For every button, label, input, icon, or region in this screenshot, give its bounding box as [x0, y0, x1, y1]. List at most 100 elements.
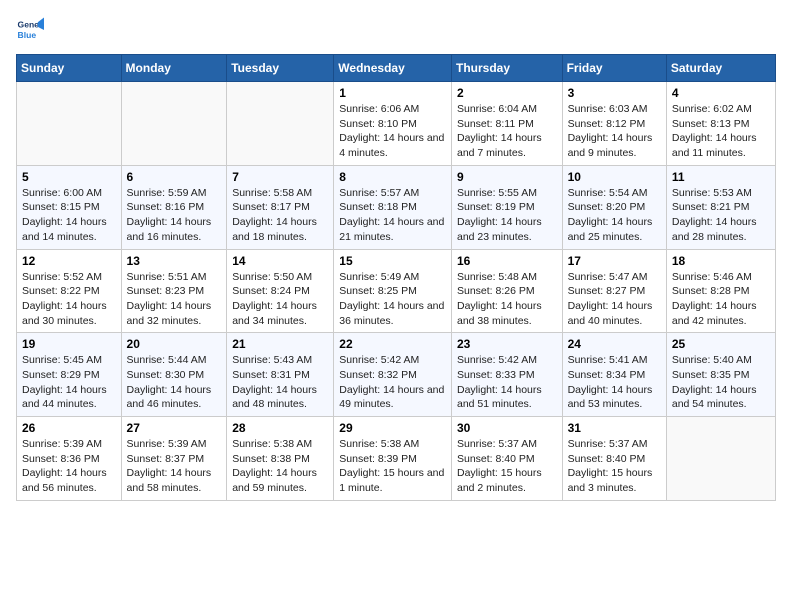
calendar-cell: 5 Sunrise: 6:00 AMSunset: 8:15 PMDaylight…: [17, 165, 122, 249]
calendar-cell: 12 Sunrise: 5:52 AMSunset: 8:22 PMDayligh…: [17, 249, 122, 333]
calendar-cell: 23 Sunrise: 5:42 AMSunset: 8:33 PMDayligh…: [451, 333, 562, 417]
day-header-sunday: Sunday: [17, 55, 122, 82]
calendar-cell: [17, 82, 122, 166]
day-number: 22: [339, 337, 446, 351]
calendar-cell: [666, 417, 775, 501]
day-detail: Sunrise: 5:42 AMSunset: 8:32 PMDaylight:…: [339, 353, 446, 412]
calendar-cell: 10 Sunrise: 5:54 AMSunset: 8:20 PMDayligh…: [562, 165, 666, 249]
day-number: 1: [339, 86, 446, 100]
day-detail: Sunrise: 5:54 AMSunset: 8:20 PMDaylight:…: [568, 186, 661, 245]
day-header-saturday: Saturday: [666, 55, 775, 82]
calendar-cell: 24Sunrise: 5:41 AMSunset: 8:34 PMDayligh…: [562, 333, 666, 417]
calendar-week-3: 12 Sunrise: 5:52 AMSunset: 8:22 PMDayligh…: [17, 249, 776, 333]
day-number: 29: [339, 421, 446, 435]
day-detail: Sunrise: 5:37 AMSunset: 8:40 PMDaylight:…: [568, 437, 661, 496]
day-number: 23: [457, 337, 557, 351]
calendar-cell: 1 Sunrise: 6:06 AMSunset: 8:10 PMDaylight…: [334, 82, 452, 166]
day-detail: Sunrise: 6:04 AMSunset: 8:11 PMDaylight:…: [457, 102, 557, 161]
day-number: 20: [127, 337, 222, 351]
day-header-thursday: Thursday: [451, 55, 562, 82]
day-detail: Sunrise: 5:38 AMSunset: 8:39 PMDaylight:…: [339, 437, 446, 496]
day-number: 10: [568, 170, 661, 184]
day-number: 8: [339, 170, 446, 184]
day-number: 21: [232, 337, 328, 351]
day-detail: Sunrise: 5:49 AMSunset: 8:25 PMDaylight:…: [339, 270, 446, 329]
calendar-cell: 29 Sunrise: 5:38 AMSunset: 8:39 PMDayligh…: [334, 417, 452, 501]
day-detail: Sunrise: 5:44 AMSunset: 8:30 PMDaylight:…: [127, 353, 222, 412]
day-number: 25: [672, 337, 770, 351]
svg-text:Blue: Blue: [18, 30, 37, 40]
day-number: 13: [127, 254, 222, 268]
day-detail: Sunrise: 6:06 AMSunset: 8:10 PMDaylight:…: [339, 102, 446, 161]
day-number: 7: [232, 170, 328, 184]
calendar-cell: 25 Sunrise: 5:40 AMSunset: 8:35 PMDayligh…: [666, 333, 775, 417]
calendar-cell: 19 Sunrise: 5:45 AMSunset: 8:29 PMDayligh…: [17, 333, 122, 417]
day-header-wednesday: Wednesday: [334, 55, 452, 82]
day-number: 3: [568, 86, 661, 100]
logo: General Blue: [16, 16, 48, 44]
day-number: 14: [232, 254, 328, 268]
calendar-cell: 6 Sunrise: 5:59 AMSunset: 8:16 PMDaylight…: [121, 165, 227, 249]
day-number: 16: [457, 254, 557, 268]
day-detail: Sunrise: 5:43 AMSunset: 8:31 PMDaylight:…: [232, 353, 328, 412]
day-number: 6: [127, 170, 222, 184]
day-header-tuesday: Tuesday: [227, 55, 334, 82]
day-number: 27: [127, 421, 222, 435]
day-number: 9: [457, 170, 557, 184]
calendar-cell: 3Sunrise: 6:03 AMSunset: 8:12 PMDaylight…: [562, 82, 666, 166]
calendar-cell: 15 Sunrise: 5:49 AMSunset: 8:25 PMDayligh…: [334, 249, 452, 333]
calendar-cell: 7 Sunrise: 5:58 AMSunset: 8:17 PMDaylight…: [227, 165, 334, 249]
calendar-cell: 21 Sunrise: 5:43 AMSunset: 8:31 PMDayligh…: [227, 333, 334, 417]
day-number: 17: [568, 254, 661, 268]
calendar-cell: 13 Sunrise: 5:51 AMSunset: 8:23 PMDayligh…: [121, 249, 227, 333]
calendar-cell: 14 Sunrise: 5:50 AMSunset: 8:24 PMDayligh…: [227, 249, 334, 333]
day-number: 28: [232, 421, 328, 435]
day-number: 15: [339, 254, 446, 268]
day-detail: Sunrise: 5:51 AMSunset: 8:23 PMDaylight:…: [127, 270, 222, 329]
day-detail: Sunrise: 5:40 AMSunset: 8:35 PMDaylight:…: [672, 353, 770, 412]
calendar-cell: [227, 82, 334, 166]
calendar-cell: 2 Sunrise: 6:04 AMSunset: 8:11 PMDaylight…: [451, 82, 562, 166]
day-detail: Sunrise: 5:48 AMSunset: 8:26 PMDaylight:…: [457, 270, 557, 329]
day-detail: Sunrise: 5:59 AMSunset: 8:16 PMDaylight:…: [127, 186, 222, 245]
calendar-week-2: 5 Sunrise: 6:00 AMSunset: 8:15 PMDaylight…: [17, 165, 776, 249]
calendar-table: SundayMondayTuesdayWednesdayThursdayFrid…: [16, 54, 776, 501]
day-detail: Sunrise: 5:58 AMSunset: 8:17 PMDaylight:…: [232, 186, 328, 245]
day-number: 18: [672, 254, 770, 268]
day-detail: Sunrise: 5:39 AMSunset: 8:37 PMDaylight:…: [127, 437, 222, 496]
calendar-cell: 30 Sunrise: 5:37 AMSunset: 8:40 PMDayligh…: [451, 417, 562, 501]
day-detail: Sunrise: 5:52 AMSunset: 8:22 PMDaylight:…: [22, 270, 116, 329]
day-detail: Sunrise: 6:00 AMSunset: 8:15 PMDaylight:…: [22, 186, 116, 245]
calendar-cell: 4 Sunrise: 6:02 AMSunset: 8:13 PMDaylight…: [666, 82, 775, 166]
calendar-cell: 27 Sunrise: 5:39 AMSunset: 8:37 PMDayligh…: [121, 417, 227, 501]
day-number: 19: [22, 337, 116, 351]
day-number: 31: [568, 421, 661, 435]
day-detail: Sunrise: 6:02 AMSunset: 8:13 PMDaylight:…: [672, 102, 770, 161]
day-detail: Sunrise: 5:50 AMSunset: 8:24 PMDaylight:…: [232, 270, 328, 329]
calendar-cell: 20 Sunrise: 5:44 AMSunset: 8:30 PMDayligh…: [121, 333, 227, 417]
calendar-cell: 18Sunrise: 5:46 AMSunset: 8:28 PMDayligh…: [666, 249, 775, 333]
calendar-cell: 22 Sunrise: 5:42 AMSunset: 8:32 PMDayligh…: [334, 333, 452, 417]
logo-icon: General Blue: [16, 16, 44, 44]
day-detail: Sunrise: 5:55 AMSunset: 8:19 PMDaylight:…: [457, 186, 557, 245]
day-header-monday: Monday: [121, 55, 227, 82]
day-detail: Sunrise: 5:38 AMSunset: 8:38 PMDaylight:…: [232, 437, 328, 496]
calendar-cell: 31 Sunrise: 5:37 AMSunset: 8:40 PMDayligh…: [562, 417, 666, 501]
day-number: 2: [457, 86, 557, 100]
calendar-cell: [121, 82, 227, 166]
day-detail: Sunrise: 5:53 AMSunset: 8:21 PMDaylight:…: [672, 186, 770, 245]
header: General Blue: [16, 16, 776, 44]
day-detail: Sunrise: 5:42 AMSunset: 8:33 PMDaylight:…: [457, 353, 557, 412]
day-number: 26: [22, 421, 116, 435]
calendar-week-1: 1 Sunrise: 6:06 AMSunset: 8:10 PMDaylight…: [17, 82, 776, 166]
day-detail: Sunrise: 5:45 AMSunset: 8:29 PMDaylight:…: [22, 353, 116, 412]
day-number: 11: [672, 170, 770, 184]
day-number: 4: [672, 86, 770, 100]
day-detail: Sunrise: 5:37 AMSunset: 8:40 PMDaylight:…: [457, 437, 557, 496]
calendar-week-5: 26 Sunrise: 5:39 AMSunset: 8:36 PMDayligh…: [17, 417, 776, 501]
day-number: 5: [22, 170, 116, 184]
calendar-cell: 28 Sunrise: 5:38 AMSunset: 8:38 PMDayligh…: [227, 417, 334, 501]
day-number: 30: [457, 421, 557, 435]
day-detail: Sunrise: 5:39 AMSunset: 8:36 PMDaylight:…: [22, 437, 116, 496]
day-number: 12: [22, 254, 116, 268]
